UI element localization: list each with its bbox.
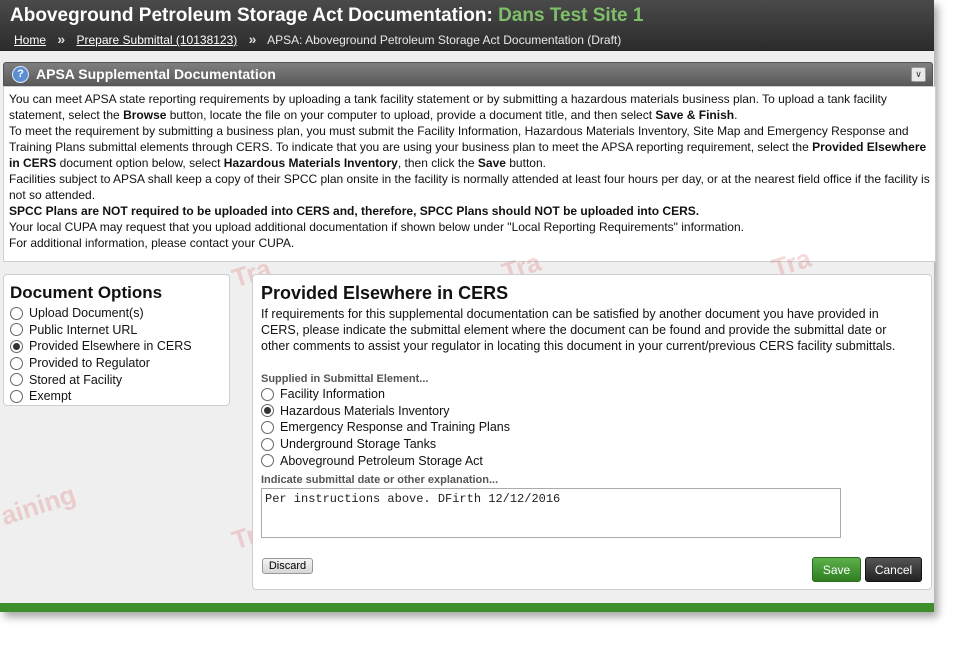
explanation-field[interactable]: Per instructions above. DFirth 12/12/201… <box>261 488 841 538</box>
discard-button[interactable]: Discard <box>262 558 313 574</box>
section-title: APSA Supplemental Documentation <box>36 66 276 82</box>
instructions-paragraph: To meet the requirement by submitting a … <box>9 124 927 170</box>
instructions-paragraph: Your local CUPA may request that you upl… <box>9 220 744 234</box>
provided-elsewhere-panel: Provided Elsewhere in CERS If requiremen… <box>252 274 932 590</box>
radio-button[interactable] <box>10 323 23 337</box>
info-icon: ? <box>12 66 29 83</box>
panel-description: If requirements for this supplemental do… <box>261 307 896 353</box>
collapse-icon[interactable]: ∨ <box>911 67 926 82</box>
document-option[interactable]: Exempt <box>10 388 229 405</box>
radio-button[interactable] <box>261 454 274 468</box>
document-option[interactable]: Public Internet URL <box>10 322 229 339</box>
document-option-label: Stored at Facility <box>29 372 123 387</box>
breadcrumb-current: APSA: Aboveground Petroleum Storage Act … <box>267 33 622 47</box>
breadcrumb-submittal-link[interactable]: Prepare Submittal (10138123) <box>77 33 238 47</box>
submittal-element-option-label: Emergency Response and Training Plans <box>280 420 510 435</box>
radio-button[interactable] <box>261 420 274 434</box>
document-option-label: Upload Document(s) <box>29 306 144 321</box>
document-option-label: Exempt <box>29 389 72 404</box>
document-option[interactable]: Stored at Facility <box>10 371 229 388</box>
submittal-element-option-label: Aboveground Petroleum Storage Act <box>280 453 483 468</box>
title-bar: Aboveground Petroleum Storage Act Docume… <box>0 0 934 51</box>
submittal-element-option-label: Hazardous Materials Inventory <box>280 403 450 418</box>
document-option[interactable]: Provided to Regulator <box>10 355 229 372</box>
submittal-element-option[interactable]: Aboveground Petroleum Storage Act <box>261 452 510 469</box>
submittal-element-option[interactable]: Hazardous Materials Inventory <box>261 403 510 420</box>
radio-button[interactable] <box>10 356 23 370</box>
breadcrumb: Home » Prepare Submittal (10138123) » AP… <box>14 31 621 47</box>
document-options-heading: Document Options <box>10 283 163 302</box>
submittal-element-option[interactable]: Facility Information <box>261 386 510 403</box>
document-option[interactable]: Upload Document(s) <box>10 305 229 322</box>
radio-button[interactable] <box>10 306 23 320</box>
submittal-element-label: Supplied in Submittal Element... <box>261 373 429 385</box>
radio-button[interactable] <box>10 373 23 387</box>
submittal-element-option[interactable]: Underground Storage Tanks <box>261 436 510 453</box>
breadcrumb-separator: » <box>248 31 257 47</box>
radio-button[interactable] <box>261 387 274 401</box>
instructions-text: You can meet APSA state reporting requir… <box>3 86 936 262</box>
page-title-prefix: Aboveground Petroleum Storage Act Docume… <box>10 5 493 26</box>
section-header: ? APSA Supplemental Documentation ∨ <box>3 62 933 86</box>
radio-button[interactable] <box>261 437 274 451</box>
watermark: aining <box>0 478 80 532</box>
document-options-panel: Document Options Upload Document(s) Publi… <box>3 274 230 406</box>
document-option[interactable]: Provided Elsewhere in CERS <box>10 338 229 355</box>
document-option-label: Public Internet URL <box>29 322 138 337</box>
footer-bar <box>0 603 934 612</box>
panel-heading: Provided Elsewhere in CERS <box>261 283 509 303</box>
save-button[interactable]: Save <box>812 557 861 582</box>
breadcrumb-separator: » <box>57 31 66 47</box>
instructions-paragraph: SPCC Plans are NOT required to be upload… <box>9 204 700 218</box>
cancel-button[interactable]: Cancel <box>865 557 922 582</box>
explanation-label: Indicate submittal date or other explana… <box>261 474 499 486</box>
app-window: Aboveground Petroleum Storage Act Docume… <box>0 0 936 612</box>
submittal-element-option-label: Facility Information <box>280 387 385 402</box>
page-title: Aboveground Petroleum Storage Act Docume… <box>10 5 643 27</box>
instructions-paragraph: You can meet APSA state reporting requir… <box>9 92 887 122</box>
submittal-element-option-label: Underground Storage Tanks <box>280 437 437 452</box>
site-name: Dans Test Site 1 <box>498 5 644 26</box>
radio-button[interactable] <box>261 404 274 418</box>
document-option-label: Provided to Regulator <box>29 356 150 371</box>
instructions-paragraph: For additional information, please conta… <box>9 236 295 250</box>
instructions-paragraph: Facilities subject to APSA shall keep a … <box>9 172 930 202</box>
radio-button[interactable] <box>10 339 23 353</box>
document-option-label: Provided Elsewhere in CERS <box>29 339 192 354</box>
breadcrumb-home-link[interactable]: Home <box>14 33 46 47</box>
submittal-element-option[interactable]: Emergency Response and Training Plans <box>261 419 510 436</box>
radio-button[interactable] <box>10 389 23 403</box>
